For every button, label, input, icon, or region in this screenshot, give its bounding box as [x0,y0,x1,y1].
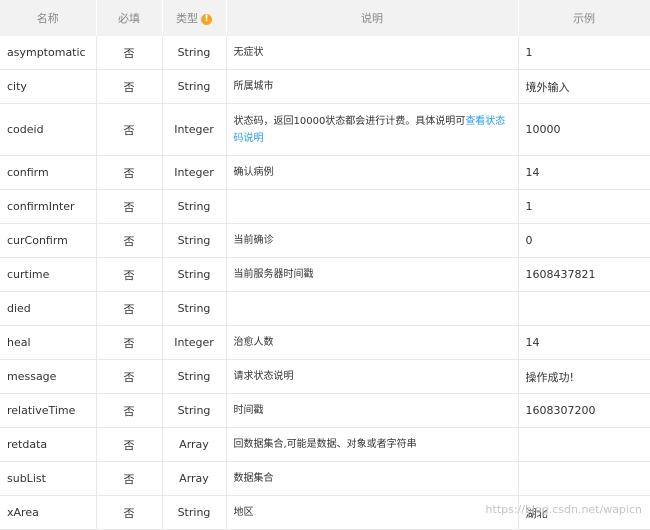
cell-name: relativeTime [0,394,96,428]
table-header: 名称 必填 类型! 说明 示例 [0,0,650,36]
cell-required: 否 [96,360,162,394]
cell-example [518,428,650,462]
cell-required: 否 [96,104,162,156]
cell-description: 治愈人数 [226,326,518,360]
cell-required: 否 [96,394,162,428]
cell-example: 1 [518,36,650,70]
cell-example: 操作成功! [518,360,650,394]
cell-example: 1608307200 [518,394,650,428]
table-row: relativeTime 否 String 时间戳 1608307200 [0,394,650,428]
cell-name: retdata [0,428,96,462]
cell-description [226,292,518,326]
header-name: 名称 [0,0,96,36]
cell-name: city [0,70,96,104]
cell-description: 状态码，返回10000状态都会进行计费。具体说明可查看状态码说明 [226,104,518,156]
cell-required: 否 [96,36,162,70]
cell-name: xArea [0,496,96,530]
warning-icon[interactable]: ! [201,14,212,25]
table-row: curConfirm 否 String 当前确诊 0 [0,224,650,258]
cell-example: 1608437821 [518,258,650,292]
api-fields-table: 名称 必填 类型! 说明 示例 asymptomatic 否 String 无症… [0,0,650,530]
cell-required: 否 [96,190,162,224]
header-row: 名称 必填 类型! 说明 示例 [0,0,650,36]
cell-description [226,190,518,224]
header-required: 必填 [96,0,162,36]
watermark: https://blog.csdn.net/wapicn [486,503,642,516]
cell-type: String [162,292,226,326]
cell-example: 14 [518,326,650,360]
cell-description: 确认病例 [226,156,518,190]
cell-type: String [162,258,226,292]
cell-type: Integer [162,156,226,190]
cell-type: Array [162,462,226,496]
cell-type: Integer [162,326,226,360]
cell-required: 否 [96,258,162,292]
cell-type: String [162,190,226,224]
cell-name: codeid [0,104,96,156]
header-description: 说明 [226,0,518,36]
cell-example [518,462,650,496]
table-row: confirm 否 Integer 确认病例 14 [0,156,650,190]
cell-type: String [162,496,226,530]
table-row: retdata 否 Array 回数据集合,可能是数据、对象或者字符串 [0,428,650,462]
cell-description: 无症状 [226,36,518,70]
cell-required: 否 [96,70,162,104]
cell-type: String [162,224,226,258]
table-row: confirmInter 否 String 1 [0,190,650,224]
cell-type: String [162,394,226,428]
cell-name: curtime [0,258,96,292]
table-body: asymptomatic 否 String 无症状 1 city 否 Strin… [0,36,650,530]
cell-example: 境外输入 [518,70,650,104]
cell-name: confirmInter [0,190,96,224]
cell-type: String [162,70,226,104]
cell-type: String [162,36,226,70]
table-row: codeid 否 Integer 状态码，返回10000状态都会进行计费。具体说… [0,104,650,156]
cell-name: message [0,360,96,394]
cell-name: died [0,292,96,326]
table-row: message 否 String 请求状态说明 操作成功! [0,360,650,394]
cell-required: 否 [96,496,162,530]
cell-name: confirm [0,156,96,190]
cell-type: String [162,360,226,394]
cell-description: 请求状态说明 [226,360,518,394]
cell-description: 当前确诊 [226,224,518,258]
cell-example: 10000 [518,104,650,156]
cell-required: 否 [96,462,162,496]
cell-required: 否 [96,292,162,326]
cell-description: 数据集合 [226,462,518,496]
cell-description: 回数据集合,可能是数据、对象或者字符串 [226,428,518,462]
cell-description: 所属城市 [226,70,518,104]
table-row: curtime 否 String 当前服务器时间戳 1608437821 [0,258,650,292]
cell-name: asymptomatic [0,36,96,70]
cell-name: curConfirm [0,224,96,258]
cell-description: 当前服务器时间戳 [226,258,518,292]
cell-required: 否 [96,326,162,360]
table-row: subList 否 Array 数据集合 [0,462,650,496]
cell-required: 否 [96,224,162,258]
table-row: city 否 String 所属城市 境外输入 [0,70,650,104]
cell-required: 否 [96,428,162,462]
cell-required: 否 [96,156,162,190]
header-type: 类型! [162,0,226,36]
description-text: 状态码，返回10000状态都会进行计费。具体说明可 [234,116,466,127]
cell-example: 0 [518,224,650,258]
cell-type: Array [162,428,226,462]
cell-name: heal [0,326,96,360]
cell-name: subList [0,462,96,496]
cell-example: 14 [518,156,650,190]
table-row: asymptomatic 否 String 无症状 1 [0,36,650,70]
header-type-label: 类型 [176,12,198,25]
table-row: died 否 String [0,292,650,326]
cell-description: 地区 [226,496,518,530]
table-row: heal 否 Integer 治愈人数 14 [0,326,650,360]
cell-description: 时间戳 [226,394,518,428]
cell-example: 1 [518,190,650,224]
header-example: 示例 [518,0,650,36]
cell-example [518,292,650,326]
cell-type: Integer [162,104,226,156]
